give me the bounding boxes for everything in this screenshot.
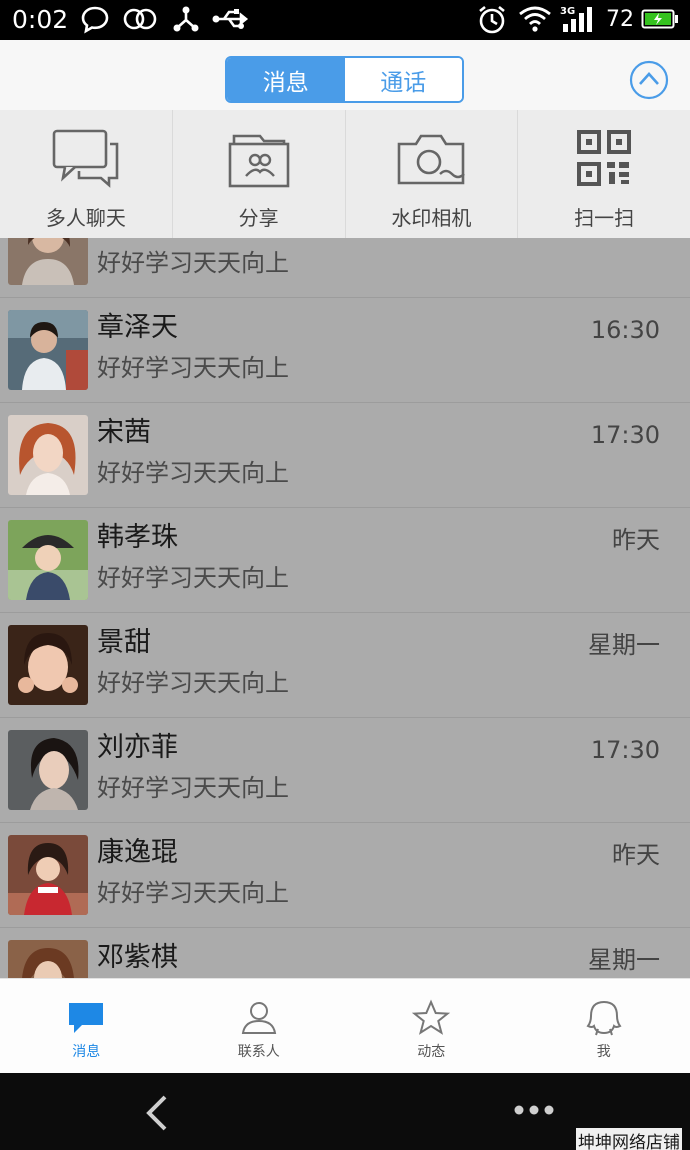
conversation-row[interactable]: 章泽天 好好学习天天向上 16:30 bbox=[0, 298, 690, 403]
quick-actions-panel: 多人聊天 分享 水印相机 扫一扫 bbox=[0, 110, 690, 238]
contact-name: 景甜 bbox=[97, 627, 151, 658]
segment-tab-calls[interactable]: 通话 bbox=[344, 58, 462, 101]
last-message: 好好学习天天向上 bbox=[97, 249, 289, 277]
quick-action-group-chat[interactable]: 多人聊天 bbox=[0, 110, 173, 238]
conversation-row[interactable]: 景甜 好好学习天天向上 星期一 bbox=[0, 613, 690, 718]
conversation-list[interactable]: 好好学习天天向上 章泽天 好好学习天天向上 16:30 宋茜 好好学习天天向上 … bbox=[0, 238, 690, 978]
message-time: 星期一 bbox=[588, 631, 660, 659]
share-nodes-icon bbox=[173, 6, 199, 32]
last-message: 好好学习天天向上 bbox=[97, 354, 289, 382]
tab-label: 联系人 bbox=[237, 1044, 280, 1060]
avatar bbox=[8, 730, 88, 810]
last-message: 好好学习天天向上 bbox=[97, 879, 289, 907]
status-time: 0:02 bbox=[12, 5, 69, 34]
camera-icon bbox=[398, 134, 466, 185]
conversation-row[interactable]: 刘亦菲 好好学习天天向上 17:30 bbox=[0, 718, 690, 823]
avatar bbox=[8, 310, 88, 390]
quick-action-label: 多人聊天 bbox=[45, 206, 126, 230]
avatar bbox=[8, 625, 88, 705]
signal-icon bbox=[563, 7, 592, 32]
status-bar: 0:02 3G 72 bbox=[0, 0, 690, 40]
avatar bbox=[8, 238, 88, 285]
star-icon bbox=[412, 999, 451, 1035]
quick-action-label: 水印相机 bbox=[391, 206, 472, 230]
contact-name: 章泽天 bbox=[97, 312, 178, 343]
quick-action-watermark-camera[interactable]: 水印相机 bbox=[346, 110, 519, 238]
conversation-row[interactable]: 韩孝珠 好好学习天天向上 昨天 bbox=[0, 508, 690, 613]
alarm-icon bbox=[479, 5, 505, 34]
quick-action-label: 扫一扫 bbox=[574, 206, 635, 230]
contact-name: 宋茜 bbox=[97, 417, 151, 448]
contacts-icon bbox=[241, 1002, 276, 1034]
usb-icon bbox=[212, 9, 249, 29]
tab-label: 消息 bbox=[72, 1044, 101, 1060]
chevron-up-circle-icon[interactable] bbox=[629, 60, 669, 100]
more-icon[interactable] bbox=[512, 1103, 556, 1117]
group-chat-icon bbox=[52, 129, 119, 188]
avatar bbox=[8, 415, 88, 495]
avatar bbox=[8, 940, 88, 978]
message-icon bbox=[69, 1003, 104, 1033]
tab-moments[interactable]: 动态 bbox=[345, 979, 518, 1073]
header: 消息 通话 bbox=[0, 40, 690, 110]
message-time: 17:30 bbox=[590, 736, 660, 764]
avatar bbox=[8, 520, 88, 600]
back-icon[interactable] bbox=[143, 1093, 171, 1133]
battery-charging-icon bbox=[641, 9, 678, 29]
contact-name: 康逸琨 bbox=[97, 837, 178, 868]
last-message: 好好学习天天向上 bbox=[97, 564, 289, 592]
last-message: 好好学习天天向上 bbox=[97, 669, 289, 697]
chat-notification-icon bbox=[81, 6, 109, 34]
bottom-tab-bar: 消息 联系人 动态 我 bbox=[0, 978, 690, 1073]
message-time: 17:30 bbox=[590, 421, 660, 449]
tab-label: 我 bbox=[596, 1044, 611, 1060]
segment-control: 消息 通话 bbox=[225, 56, 464, 103]
quick-action-label: 分享 bbox=[238, 206, 279, 230]
wifi-icon bbox=[519, 6, 551, 32]
battery-percent: 72 bbox=[606, 7, 634, 32]
conversation-row[interactable]: 康逸琨 好好学习天天向上 昨天 bbox=[0, 823, 690, 928]
contact-name: 邓紫棋 bbox=[97, 942, 178, 973]
link-rings-icon bbox=[123, 8, 157, 30]
watermark-text: 坤坤网络店铺 bbox=[576, 1128, 682, 1150]
last-message: 好好学习天天向上 bbox=[97, 459, 289, 487]
message-time: 星期一 bbox=[588, 946, 660, 974]
tab-messages[interactable]: 消息 bbox=[0, 979, 173, 1073]
contact-name: 韩孝珠 bbox=[97, 522, 178, 553]
tab-contacts[interactable]: 联系人 bbox=[173, 979, 346, 1073]
quick-action-share[interactable]: 分享 bbox=[173, 110, 346, 238]
tab-me[interactable]: 我 bbox=[518, 979, 690, 1073]
conversation-row[interactable]: 好好学习天天向上 bbox=[0, 238, 690, 298]
message-time: 昨天 bbox=[612, 841, 660, 869]
penguin-icon bbox=[586, 1000, 622, 1036]
last-message: 好好学习天天向上 bbox=[97, 774, 289, 802]
segment-tab-messages[interactable]: 消息 bbox=[227, 58, 345, 101]
contact-name: 刘亦菲 bbox=[97, 732, 178, 763]
qr-scan-icon bbox=[577, 130, 632, 186]
tab-label: 动态 bbox=[417, 1044, 446, 1060]
conversation-row[interactable]: 宋茜 好好学习天天向上 17:30 bbox=[0, 403, 690, 508]
message-time: 16:30 bbox=[590, 316, 660, 344]
message-time: 昨天 bbox=[612, 526, 660, 554]
share-icon bbox=[228, 134, 289, 188]
quick-action-scan[interactable]: 扫一扫 bbox=[518, 110, 690, 238]
avatar bbox=[8, 835, 88, 915]
conversation-row[interactable]: 邓紫棋 星期一 bbox=[0, 928, 690, 978]
